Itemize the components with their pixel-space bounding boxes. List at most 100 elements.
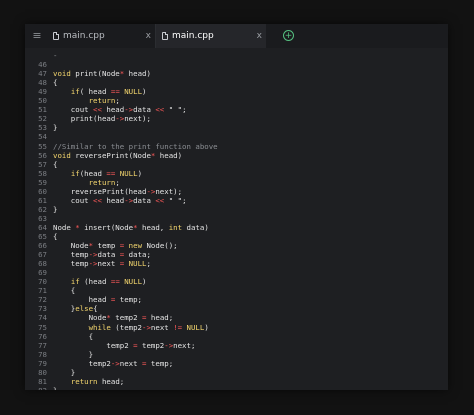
code-text: if( head == NULL)	[53, 87, 147, 96]
line-number: 48	[38, 78, 47, 88]
code-text: return head;	[53, 377, 124, 386]
line-number: 74	[38, 313, 47, 323]
code-token: temp;	[146, 358, 174, 368]
code-token: data	[133, 105, 156, 115]
line-number: 71	[38, 286, 47, 296]
code-token: ->	[88, 259, 98, 269]
code-token: temp2	[137, 340, 165, 350]
code-token: ;	[146, 259, 151, 269]
code-text: -	[53, 51, 57, 60]
line-number: 64	[38, 222, 47, 232]
file-icon	[162, 32, 168, 40]
line-number: 53	[38, 123, 47, 133]
code-text: {	[53, 332, 93, 341]
code-token: while	[88, 322, 111, 332]
code-token: NULL	[124, 277, 143, 287]
line-number: 69	[38, 268, 47, 278]
tab-label: main.cpp	[63, 31, 105, 41]
code-text: }	[53, 350, 93, 359]
code-token: )	[142, 277, 147, 287]
code-token: ==	[110, 277, 120, 287]
code-token: NULL	[128, 259, 147, 269]
code-text: cout << head->data << " ";	[53, 105, 187, 114]
code-token: head;	[146, 313, 174, 323]
code-token: {	[53, 159, 58, 169]
line-number: 59	[38, 177, 47, 187]
code-token: temp2	[110, 313, 143, 323]
code-token: <<	[93, 195, 102, 205]
line-number: 57	[38, 159, 47, 169]
code-text: }	[53, 386, 57, 390]
code-token: head;	[97, 376, 125, 386]
line-number: 47	[38, 69, 47, 79]
line-number: 65	[38, 232, 47, 241]
code-token: print(head	[53, 114, 116, 124]
line-number: 60	[38, 186, 47, 196]
code-token: <<	[155, 105, 165, 115]
code-token: (temp2	[110, 322, 143, 332]
code-token: head	[101, 105, 125, 115]
line-number: 56	[38, 150, 47, 160]
line-number: 72	[38, 295, 47, 305]
code-text: while (temp2->next != NULL)	[53, 323, 209, 332]
code-token: }	[53, 386, 57, 390]
code-token: }	[53, 204, 58, 214]
file-icon	[53, 32, 59, 40]
editor-window: ≡ main.cpp x main.cpp x + -46 47 void prin…	[25, 24, 448, 390]
code-token: ;	[115, 177, 120, 187]
code-token: " ";	[164, 105, 187, 115]
code-token: NULL	[124, 87, 143, 97]
code-token: {	[53, 78, 58, 88]
code-token: cout	[53, 195, 94, 205]
code-token: data)	[182, 222, 209, 232]
code-text: }	[53, 368, 75, 377]
code-token: {	[53, 232, 58, 241]
code-token: Node();	[142, 241, 178, 251]
code-text: reversePrint(head->next);	[53, 187, 182, 196]
code-token: ->	[142, 322, 151, 332]
code-token: cout	[53, 105, 94, 115]
line-number: 51	[38, 105, 47, 115]
code-text: }else{	[53, 304, 98, 313]
code-token: temp	[53, 250, 89, 260]
line-number: 62	[38, 204, 47, 214]
code-token: (head	[79, 277, 111, 287]
line-number: 73	[38, 304, 47, 314]
add-tab-icon[interactable]: +	[283, 30, 294, 41]
line-number: 70	[38, 277, 47, 287]
code-token: if	[70, 168, 80, 178]
code-token: Node	[53, 313, 107, 323]
code-token: -	[53, 51, 58, 60]
line-number: 82	[35, 386, 47, 390]
code-token: ->	[124, 195, 134, 205]
code-token: if	[70, 87, 80, 97]
code-text: }	[53, 205, 57, 214]
code-token: ->	[115, 114, 125, 124]
code-token: {	[53, 286, 76, 296]
code-token: head)	[155, 150, 183, 160]
code-token: NULL	[119, 168, 138, 178]
hamburger-menu-icon[interactable]: ≡	[29, 24, 45, 48]
line-number: 63	[38, 213, 47, 223]
code-token: return	[70, 376, 98, 386]
line-number: 50	[38, 96, 47, 106]
code-token: temp2	[53, 358, 111, 368]
close-tab-icon[interactable]: x	[257, 24, 262, 48]
code-text: cout << head->data << " ";	[53, 196, 187, 205]
code-text: head = temp;	[53, 295, 142, 304]
tab-main-cpp[interactable]: main.cpp x	[47, 24, 156, 48]
code-token: temp;	[115, 295, 143, 305]
code-editor[interactable]: -46 47 void print(Node* head) 48{49 if( hea…	[25, 48, 448, 390]
tab-bar: ≡ main.cpp x main.cpp x +	[25, 24, 448, 49]
close-tab-icon[interactable]: x	[146, 24, 151, 48]
code-token: void	[53, 150, 71, 160]
code-text: }	[53, 123, 57, 132]
line-number: 61	[38, 195, 47, 205]
tab-main-cpp-active[interactable]: main.cpp x	[156, 24, 266, 49]
code-token: {	[93, 304, 98, 314]
